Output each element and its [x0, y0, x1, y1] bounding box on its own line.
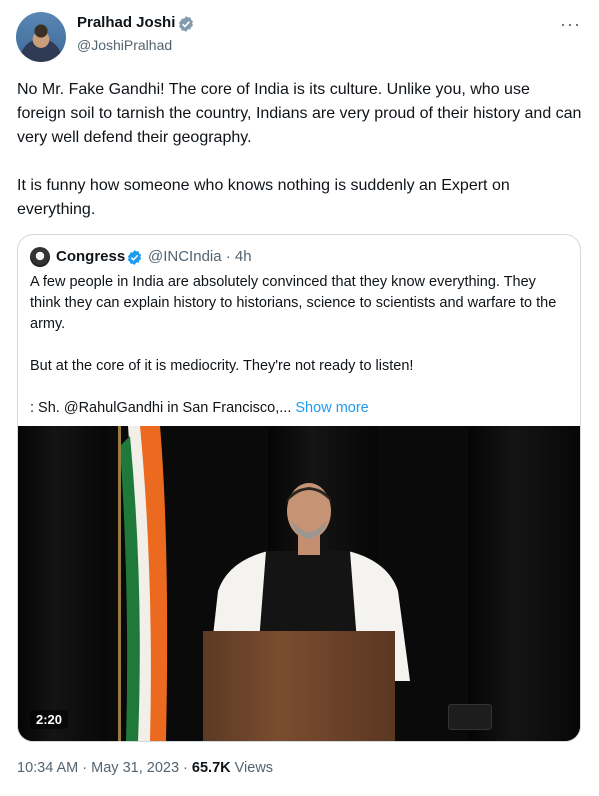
- author-handle[interactable]: @JoshiPralhad: [77, 37, 172, 53]
- verified-badge-icon: [127, 250, 142, 265]
- quoted-author-avatar[interactable]: [30, 247, 50, 267]
- more-horizontal-icon[interactable]: ···: [560, 14, 581, 35]
- author-avatar[interactable]: [16, 12, 66, 62]
- video-player[interactable]: 2:20: [18, 426, 580, 741]
- curtain: [18, 426, 108, 741]
- tweet-meta: 10:34 AM · May 31, 2023 · 65.7K Views: [17, 760, 273, 776]
- tweet-paragraph: No Mr. Fake Gandhi! The core of India is…: [17, 81, 582, 146]
- quoted-last-line: : Sh. @RahulGandhi in San Francisco,... …: [30, 398, 560, 419]
- camera-monitor: [448, 704, 492, 730]
- podium: [203, 631, 395, 741]
- quoted-paragraph: A few people in India are absolutely con…: [30, 274, 557, 332]
- quoted-tweet-card[interactable]: Congress @INCIndia · 4h A few people in …: [17, 234, 581, 742]
- quoted-author-name[interactable]: Congress: [56, 248, 125, 265]
- verified-badge-icon: [179, 16, 193, 32]
- curtain: [468, 426, 580, 741]
- show-more-link[interactable]: Show more: [295, 400, 368, 416]
- timestamp[interactable]: 10:34 AM · May 31, 2023 ·: [17, 760, 192, 776]
- views-count: 65.7K: [191, 760, 231, 776]
- tweet-paragraph: It is funny how someone who knows nothin…: [17, 177, 510, 218]
- quoted-paragraph: But at the core of it is mediocrity. The…: [30, 358, 414, 374]
- quoted-truncated-text: : Sh. @RahulGandhi in San Francisco,...: [30, 400, 292, 416]
- indian-flag-image: [118, 426, 168, 741]
- tweet-text: No Mr. Fake Gandhi! The core of India is…: [17, 78, 582, 246]
- quoted-author-handle[interactable]: @INCIndia · 4h: [148, 248, 252, 265]
- quoted-tweet-text: A few people in India are absolutely con…: [30, 272, 560, 419]
- video-timecode: 2:20: [30, 710, 69, 729]
- views-label: Views: [230, 760, 274, 776]
- author-name[interactable]: Pralhad Joshi: [77, 14, 175, 31]
